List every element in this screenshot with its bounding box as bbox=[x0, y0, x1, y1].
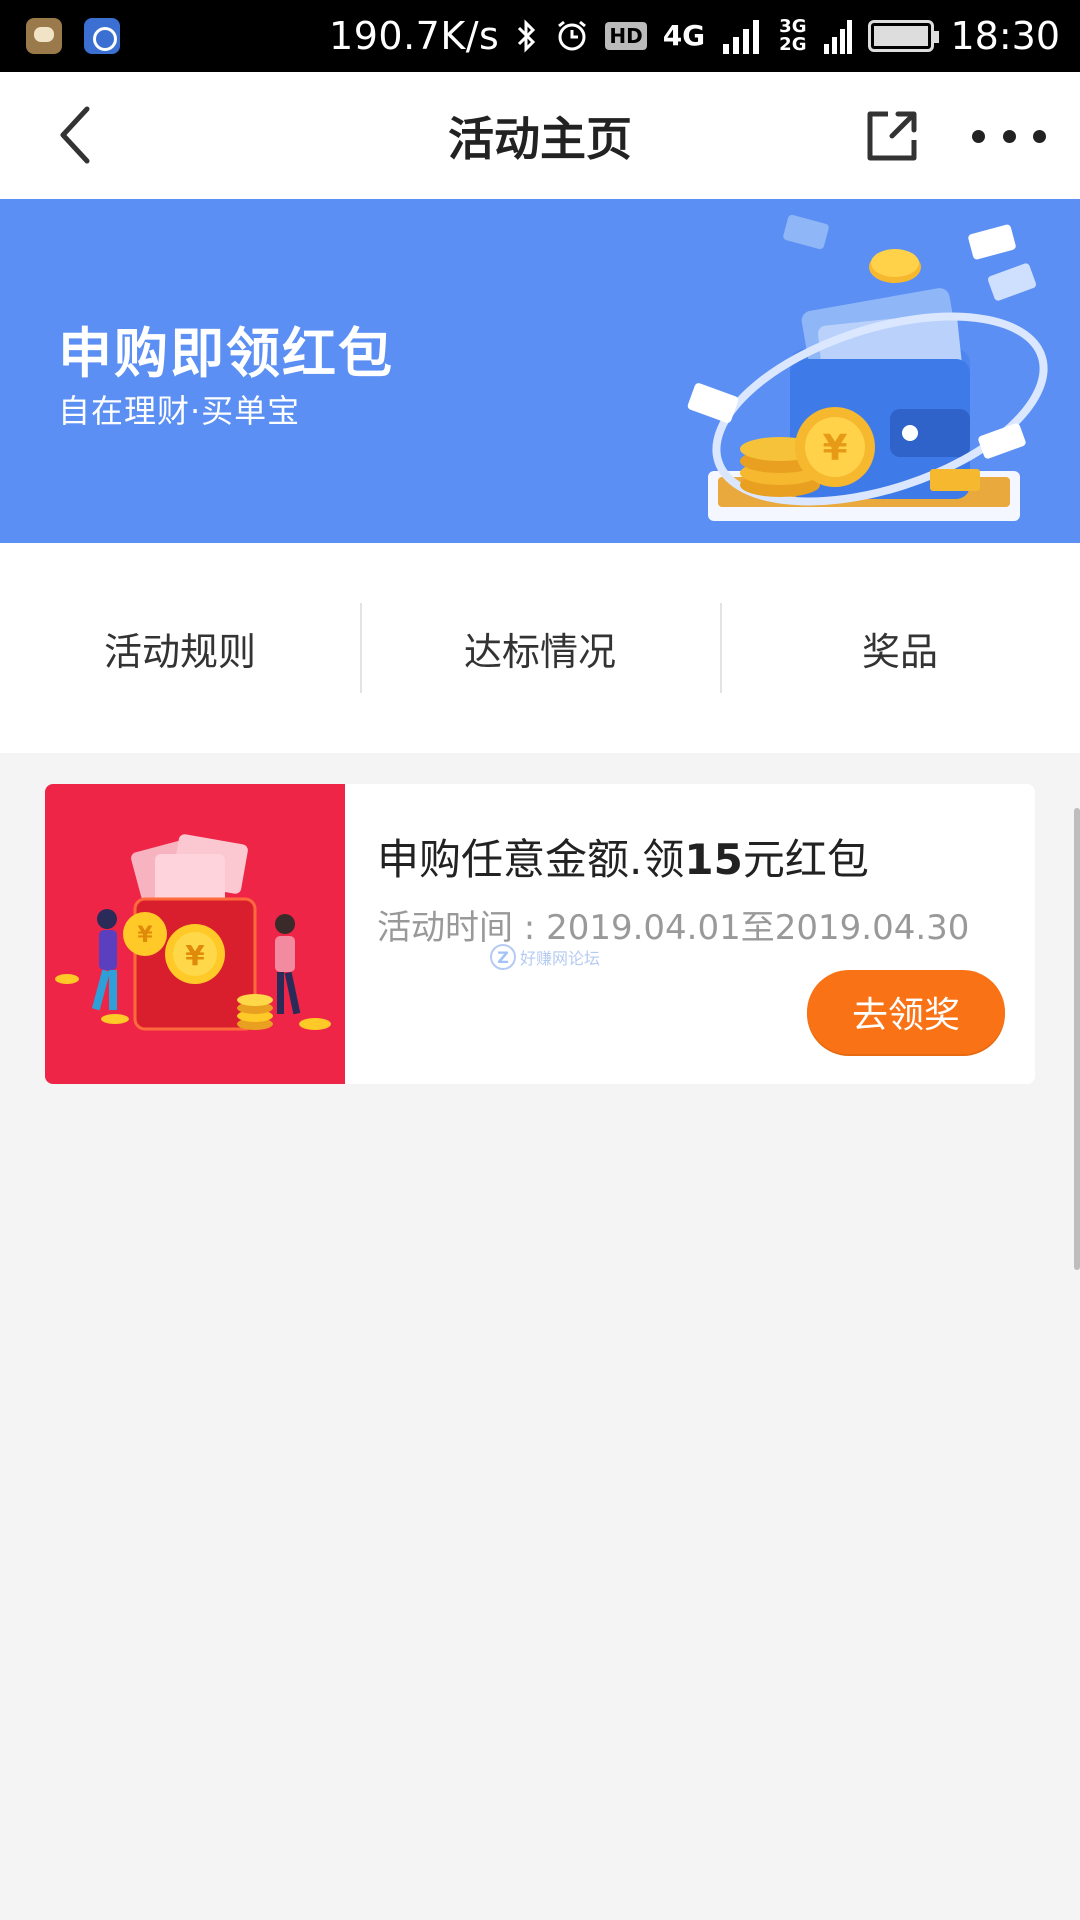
page-title: 活动主页 bbox=[448, 111, 632, 166]
promo-banner[interactable]: 申购即领红包 自在理财·买单宝 ¥ bbox=[0, 199, 1080, 543]
claim-prize-button[interactable]: 去领奖 bbox=[807, 970, 1005, 1054]
more-dot-icon bbox=[1002, 129, 1016, 143]
activity-amount: 15 bbox=[684, 835, 743, 884]
watermark-logo-icon: Z bbox=[490, 944, 516, 970]
scrollbar[interactable] bbox=[1074, 808, 1080, 1270]
tab-bar: 活动规则 达标情况 奖品 bbox=[0, 543, 1080, 753]
red-envelope-illustration: ¥ ¥ bbox=[55, 834, 331, 1031]
back-button[interactable] bbox=[40, 100, 110, 170]
activity-period: 活动时间 : 2019.04.01至2019.04.30 bbox=[377, 908, 970, 948]
baidu-app-icon bbox=[84, 18, 120, 54]
more-dot-icon bbox=[1033, 129, 1046, 143]
wallet-coins-illustration: ¥ bbox=[687, 214, 1048, 521]
signal-strength-2-icon bbox=[822, 18, 853, 54]
message-app-icon bbox=[26, 18, 62, 54]
tab-activity-rules[interactable]: 活动规则 bbox=[0, 543, 360, 753]
svg-text:¥: ¥ bbox=[137, 923, 153, 948]
bluetooth-icon bbox=[515, 18, 539, 54]
activity-title: 申购任意金额.领15元红包 bbox=[377, 835, 869, 884]
share-icon bbox=[867, 111, 917, 161]
forum-watermark: Z 好赚网论坛 bbox=[490, 944, 600, 970]
svg-text:¥: ¥ bbox=[822, 428, 847, 469]
chevron-left-icon bbox=[60, 106, 90, 164]
signal-strength-icon bbox=[721, 18, 763, 54]
network-type-4g: 4G bbox=[662, 19, 706, 52]
share-button[interactable] bbox=[862, 106, 922, 166]
battery-icon bbox=[868, 20, 940, 52]
tab-target-status[interactable]: 达标情况 bbox=[360, 543, 720, 753]
app-header: 活动主页 bbox=[0, 72, 1080, 199]
network-speed: 190.7K/s bbox=[329, 14, 500, 58]
activity-card[interactable]: ¥ ¥ 申购任意金额.领15元红包 活动时间 : 2019.04.01至2019… bbox=[45, 784, 1035, 1084]
hd-voice-badge: HD bbox=[605, 22, 647, 50]
banner-subtitle: 自在理财·买单宝 bbox=[58, 392, 301, 430]
tab-prizes[interactable]: 奖品 bbox=[720, 543, 1080, 753]
network-type-secondary: 3G 2G bbox=[779, 16, 807, 55]
clock: 18:30 bbox=[950, 14, 1060, 58]
banner-title: 申购即领红包 bbox=[58, 322, 394, 385]
more-dot-icon bbox=[972, 129, 985, 143]
activity-image: ¥ ¥ bbox=[45, 784, 345, 1084]
status-bar: 190.7K/s HD 4G 3G 2G 18:30 bbox=[0, 0, 1080, 72]
svg-text:¥: ¥ bbox=[185, 939, 205, 972]
more-button[interactable] bbox=[972, 116, 1046, 156]
alarm-icon bbox=[555, 19, 589, 53]
